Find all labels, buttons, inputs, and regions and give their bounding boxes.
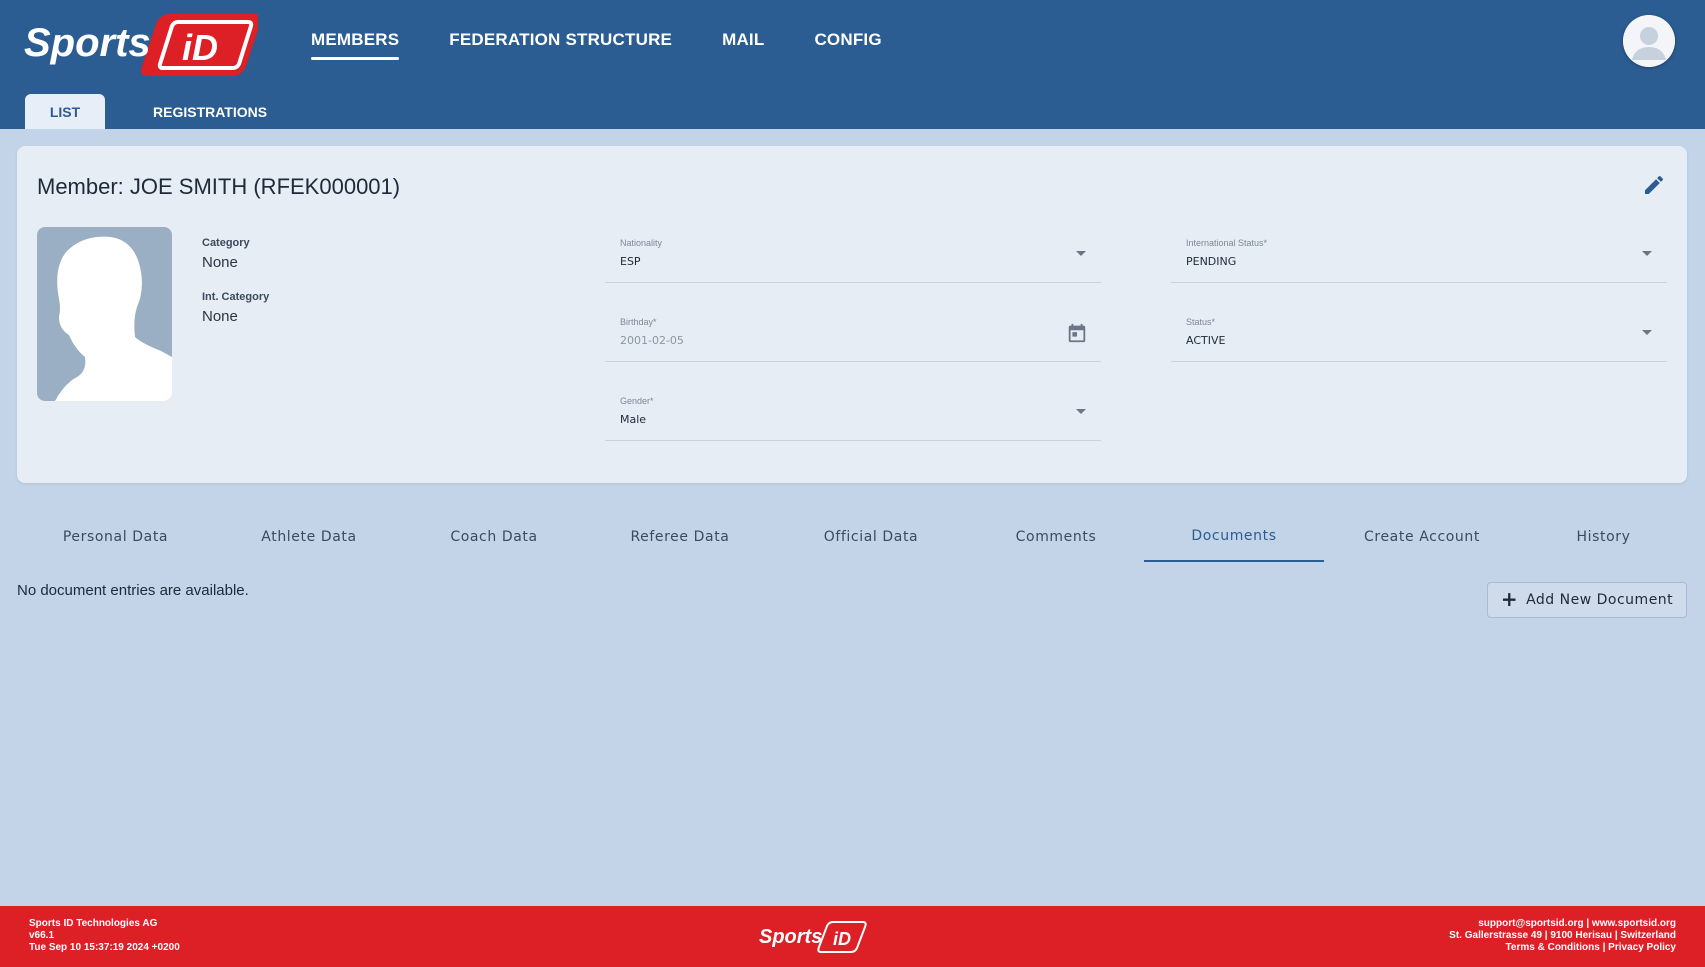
svg-text:Sports: Sports	[24, 21, 151, 65]
main-nav: MEMBERS FEDERATION STRUCTURE MAIL CONFIG	[311, 30, 882, 60]
documents-empty-message: No document entries are available.	[17, 582, 249, 599]
gender-label: Gender*	[620, 396, 654, 406]
tab-athlete-data[interactable]: Athlete Data	[214, 511, 404, 562]
gender-select[interactable]: Gender* Male	[605, 386, 1101, 441]
footer-privacy-link[interactable]: Privacy Policy	[1608, 942, 1676, 953]
dropdown-arrow-icon	[1642, 251, 1652, 256]
tab-documents[interactable]: Documents	[1144, 511, 1324, 562]
app-footer: Sports ID Technologies AG v66.1 Tue Sep …	[0, 906, 1705, 967]
footer-left: Sports ID Technologies AG v66.1 Tue Sep …	[29, 918, 180, 954]
sportsid-logo[interactable]: Sports iD	[22, 10, 258, 78]
footer-terms-link[interactable]: Terms & Conditions	[1506, 942, 1600, 953]
user-avatar-button[interactable]	[1623, 15, 1675, 67]
gender-value: Male	[620, 413, 647, 426]
tab-comments[interactable]: Comments	[966, 511, 1146, 562]
nationality-label: Nationality	[620, 238, 663, 248]
status-value: ACTIVE	[1186, 334, 1226, 347]
user-avatar-icon	[1623, 15, 1675, 67]
international-status-label: International Status*	[1186, 238, 1268, 248]
plus-icon: +	[1500, 587, 1519, 611]
add-new-document-button[interactable]: + Add New Document	[1487, 582, 1687, 618]
svg-text:Sports: Sports	[759, 926, 822, 948]
tab-referee-data[interactable]: Referee Data	[584, 511, 776, 562]
tab-history[interactable]: History	[1520, 511, 1687, 562]
birthday-label: Birthday*	[620, 317, 657, 327]
footer-right: support@sportsid.org | www.sportsid.org …	[1449, 918, 1676, 954]
svg-text:iD: iD	[182, 27, 218, 68]
nav-item-mail[interactable]: MAIL	[722, 30, 764, 60]
subtab-list[interactable]: LIST	[25, 94, 105, 129]
tab-personal-data[interactable]: Personal Data	[17, 511, 214, 562]
footer-legal-line: Terms & Conditions | Privacy Policy	[1505, 942, 1676, 953]
int-category-label: Int. Category	[202, 291, 270, 303]
international-status-select[interactable]: International Status* PENDING	[1171, 228, 1667, 283]
international-status-value: PENDING	[1186, 255, 1237, 268]
int-category-value: None	[202, 308, 238, 325]
tab-create-account[interactable]: Create Account	[1324, 511, 1520, 562]
footer-company: Sports ID Technologies AG	[29, 918, 158, 929]
member-tabs: Personal Data Athlete Data Coach Data Re…	[17, 511, 1687, 562]
dropdown-arrow-icon	[1076, 251, 1086, 256]
svg-text:iD: iD	[833, 929, 851, 949]
status-select[interactable]: Status* ACTIVE	[1171, 307, 1667, 362]
member-photo[interactable]	[37, 227, 172, 401]
member-silhouette	[55, 236, 172, 401]
tab-coach-data[interactable]: Coach Data	[404, 511, 584, 562]
add-new-document-label: Add New Document	[1526, 592, 1674, 608]
member-title: Member: JOE SMITH (RFEK000001)	[37, 174, 401, 199]
dropdown-arrow-icon	[1642, 330, 1652, 335]
birthday-field[interactable]: Birthday* 2001-02-05	[605, 307, 1101, 362]
nav-item-config[interactable]: CONFIG	[814, 30, 881, 60]
calendar-icon[interactable]	[1066, 322, 1088, 344]
footer-sportsid-logo: Sports iD	[759, 921, 867, 953]
status-label: Status*	[1186, 317, 1216, 327]
category-value: None	[202, 254, 238, 271]
members-subtabs: LIST REGISTRATIONS	[25, 94, 267, 129]
member-card: Member: JOE SMITH (RFEK000001) Category …	[17, 146, 1687, 483]
footer-timestamp: Tue Sep 10 15:37:19 2024 +0200	[29, 942, 180, 953]
category-label: Category	[202, 237, 250, 249]
footer-version: v66.1	[29, 930, 55, 941]
nationality-value: ESP	[620, 255, 641, 268]
footer-address: St. Gallerstrasse 49 | 9100 Herisau | Sw…	[1449, 930, 1676, 941]
nav-item-federation-structure[interactable]: FEDERATION STRUCTURE	[449, 30, 672, 60]
subtab-registrations[interactable]: REGISTRATIONS	[153, 94, 267, 129]
nav-item-members[interactable]: MEMBERS	[311, 30, 400, 60]
edit-pencil-icon[interactable]	[1642, 173, 1666, 197]
nationality-select[interactable]: Nationality ESP	[605, 228, 1101, 283]
app-header: Sports iD MEMBERS FEDERATION STRUCTURE M…	[0, 0, 1705, 129]
footer-support-email-link[interactable]: support@sportsid.org	[1478, 918, 1583, 929]
footer-contact-line: support@sportsid.org | www.sportsid.org	[1478, 918, 1676, 929]
footer-website-link[interactable]: www.sportsid.org	[1592, 918, 1676, 929]
dropdown-arrow-icon	[1076, 409, 1086, 414]
tab-official-data[interactable]: Official Data	[776, 511, 966, 562]
birthday-value: 2001-02-05	[620, 334, 684, 347]
